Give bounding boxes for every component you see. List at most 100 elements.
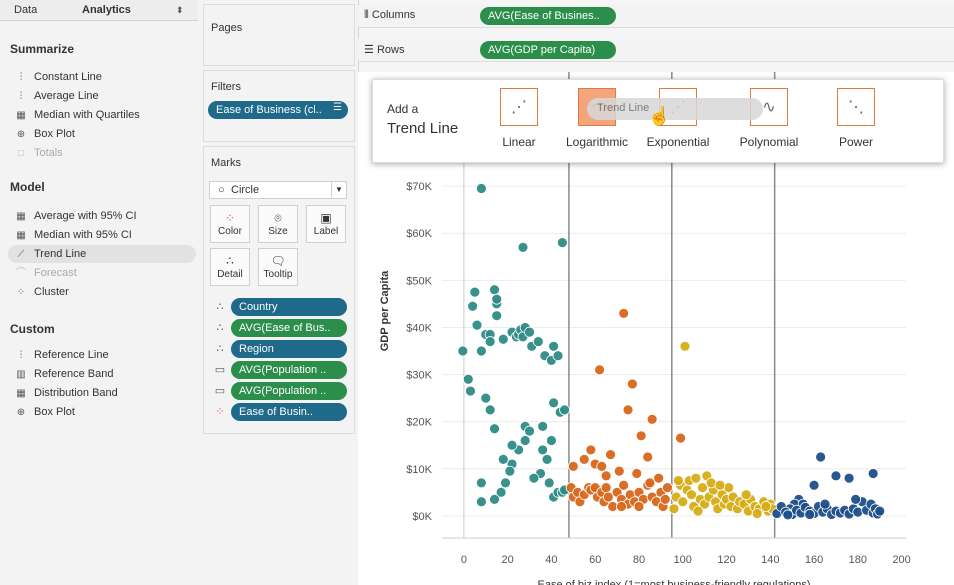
trend-option-label: Logarithmic (565, 135, 629, 149)
pane-tab-bar: Data Analytics ⬍ (0, 0, 198, 21)
data-point (635, 430, 647, 442)
data-point (618, 307, 630, 319)
data-point (605, 449, 616, 461)
filters-card[interactable]: Filters Ease of Business (cl.. ☰ (203, 70, 355, 142)
model-item-trend-line[interactable]: ⟋ Trend Line (8, 245, 196, 263)
summarize-heading: Summarize (10, 42, 75, 56)
model-item-label: Trend Line (34, 248, 87, 260)
color-button[interactable]: ⁘ Color (210, 205, 250, 243)
x-tick-label: 180 (849, 554, 867, 566)
chevron-down-icon[interactable]: ▼ (331, 182, 346, 198)
data-point (613, 465, 625, 477)
data-point (815, 451, 827, 463)
rows-shelf[interactable]: ☰ Rows AVG(GDP per Capita) (358, 39, 954, 62)
label-icon: ▣ (320, 211, 332, 225)
data-point (548, 340, 560, 352)
summarize-item-constant-line[interactable]: ⫶ Constant Line (14, 68, 102, 86)
custom-item-label: Reference Line (34, 349, 109, 361)
data-point (642, 451, 654, 463)
cluster-icon: ⁘ (16, 287, 26, 298)
summarize-item-box-plot[interactable]: ⊕ Box Plot (14, 125, 75, 143)
model-item-average-with-95-ci[interactable]: ▦ Average with 95% CI (14, 207, 136, 225)
rows-icon: ☰ (364, 44, 374, 56)
box-plot-icon: ⊕ (16, 129, 26, 140)
data-point (552, 350, 564, 362)
data-point (517, 241, 529, 253)
y-tick-label: $40K (406, 322, 432, 334)
linear-trend-icon: ⋰ (500, 88, 538, 126)
tab-analytics[interactable]: Analytics (82, 0, 131, 20)
summarize-item-label: Constant Line (34, 71, 102, 83)
label-button[interactable]: ▣ Label (306, 205, 346, 243)
detail-button[interactable]: ∴ Detail (210, 248, 250, 286)
data-point (633, 501, 645, 512)
trend-option-power[interactable]: ⋱ Power (816, 88, 896, 149)
summarize-item-label: Average Line (34, 90, 99, 102)
summarize-item-average-line[interactable]: ⫶ Average Line (14, 87, 99, 105)
custom-item-box-plot[interactable]: ⊕ Box Plot (14, 403, 75, 421)
tab-data[interactable]: Data (14, 0, 37, 20)
data-point (852, 506, 864, 518)
detail-icon: ∴ (226, 254, 234, 268)
data-point (541, 453, 553, 465)
data-point (677, 496, 689, 508)
trend-option-label: Polynomial (739, 135, 799, 149)
totals-icon: □ (17, 148, 25, 159)
columns-pill[interactable]: AVG(Ease of Busines.. (480, 7, 616, 25)
columns-icon: ⦀ (364, 9, 369, 21)
data-point (471, 319, 483, 331)
x-tick-label: 60 (589, 554, 601, 566)
data-point (469, 286, 481, 298)
columns-shelf[interactable]: ⦀ Columns AVG(Ease of Busines.. (358, 5, 954, 28)
color-label: Color (218, 226, 242, 237)
mark-field-pill[interactable]: Region (231, 340, 347, 358)
data-point (491, 310, 503, 322)
x-tick-label: 20 (502, 554, 514, 566)
trend-option-linear[interactable]: ⋰ Linear (479, 88, 559, 149)
data-point (843, 472, 855, 484)
pages-title: Pages (211, 22, 243, 34)
average-line-icon: ⫶ (19, 91, 23, 102)
power-trend-icon: ⋱ (837, 88, 875, 126)
tab-menu-icon[interactable]: ⬍ (176, 0, 184, 20)
custom-item-distribution-band[interactable]: ▦ Distribution Band (14, 384, 118, 402)
size-button[interactable]: ⌾ Size (258, 205, 298, 243)
x-tick-label: 40 (545, 554, 557, 566)
y-tick-label: $20K (406, 417, 432, 429)
data-point (559, 404, 570, 416)
mark-type-dropdown[interactable]: ○ Circle ▼ (209, 181, 347, 199)
mark-field-pill[interactable]: AVG(Ease of Bus.. (231, 319, 347, 337)
data-point (546, 435, 557, 446)
model-item-median-with-95-ci[interactable]: ▦ Median with 95% CI (14, 226, 132, 244)
summarize-item-label: Median with Quartiles (34, 109, 140, 121)
data-point (830, 470, 842, 482)
circle-icon: ○ (218, 184, 225, 196)
summarize-item-median-with-quartiles[interactable]: ▦ Median with Quartiles (14, 106, 140, 124)
tooltip-label: Tooltip (263, 269, 293, 280)
mark-field-pill[interactable]: Country (231, 298, 347, 316)
pages-card[interactable]: Pages (203, 4, 355, 66)
model-item-forecast[interactable]: ⌒ Forecast (14, 264, 77, 282)
data-point (692, 505, 704, 517)
custom-heading: Custom (10, 322, 55, 336)
sort-icon: ☰ (333, 102, 342, 113)
data-point (519, 435, 531, 446)
mark-field-pill[interactable]: AVG(Population .. (231, 382, 347, 400)
data-point (532, 336, 544, 347)
box-plot-icon: ⊕ (16, 407, 26, 418)
mark-field-pill[interactable]: AVG(Population .. (231, 361, 347, 379)
tooltip-button[interactable]: 🗨 Tooltip (258, 248, 298, 286)
filter-pill[interactable]: Ease of Business (cl.. (208, 101, 348, 119)
data-point (646, 413, 658, 425)
tooltip-icon: 🗨 (270, 254, 286, 268)
custom-item-reference-line[interactable]: ⫶ Reference Line (14, 346, 109, 364)
custom-item-reference-band[interactable]: ▥ Reference Band (14, 365, 113, 383)
data-point (489, 284, 500, 296)
mark-field-pill[interactable]: Ease of Busin.. (231, 403, 347, 421)
x-tick-label: 200 (892, 554, 910, 566)
trend-line-icon: ⟋ (17, 249, 25, 260)
rows-pill[interactable]: AVG(GDP per Capita) (480, 41, 616, 59)
summarize-item-totals[interactable]: □ Totals (14, 144, 63, 162)
model-item-cluster[interactable]: ⁘ Cluster (14, 283, 69, 301)
data-point (819, 498, 831, 510)
